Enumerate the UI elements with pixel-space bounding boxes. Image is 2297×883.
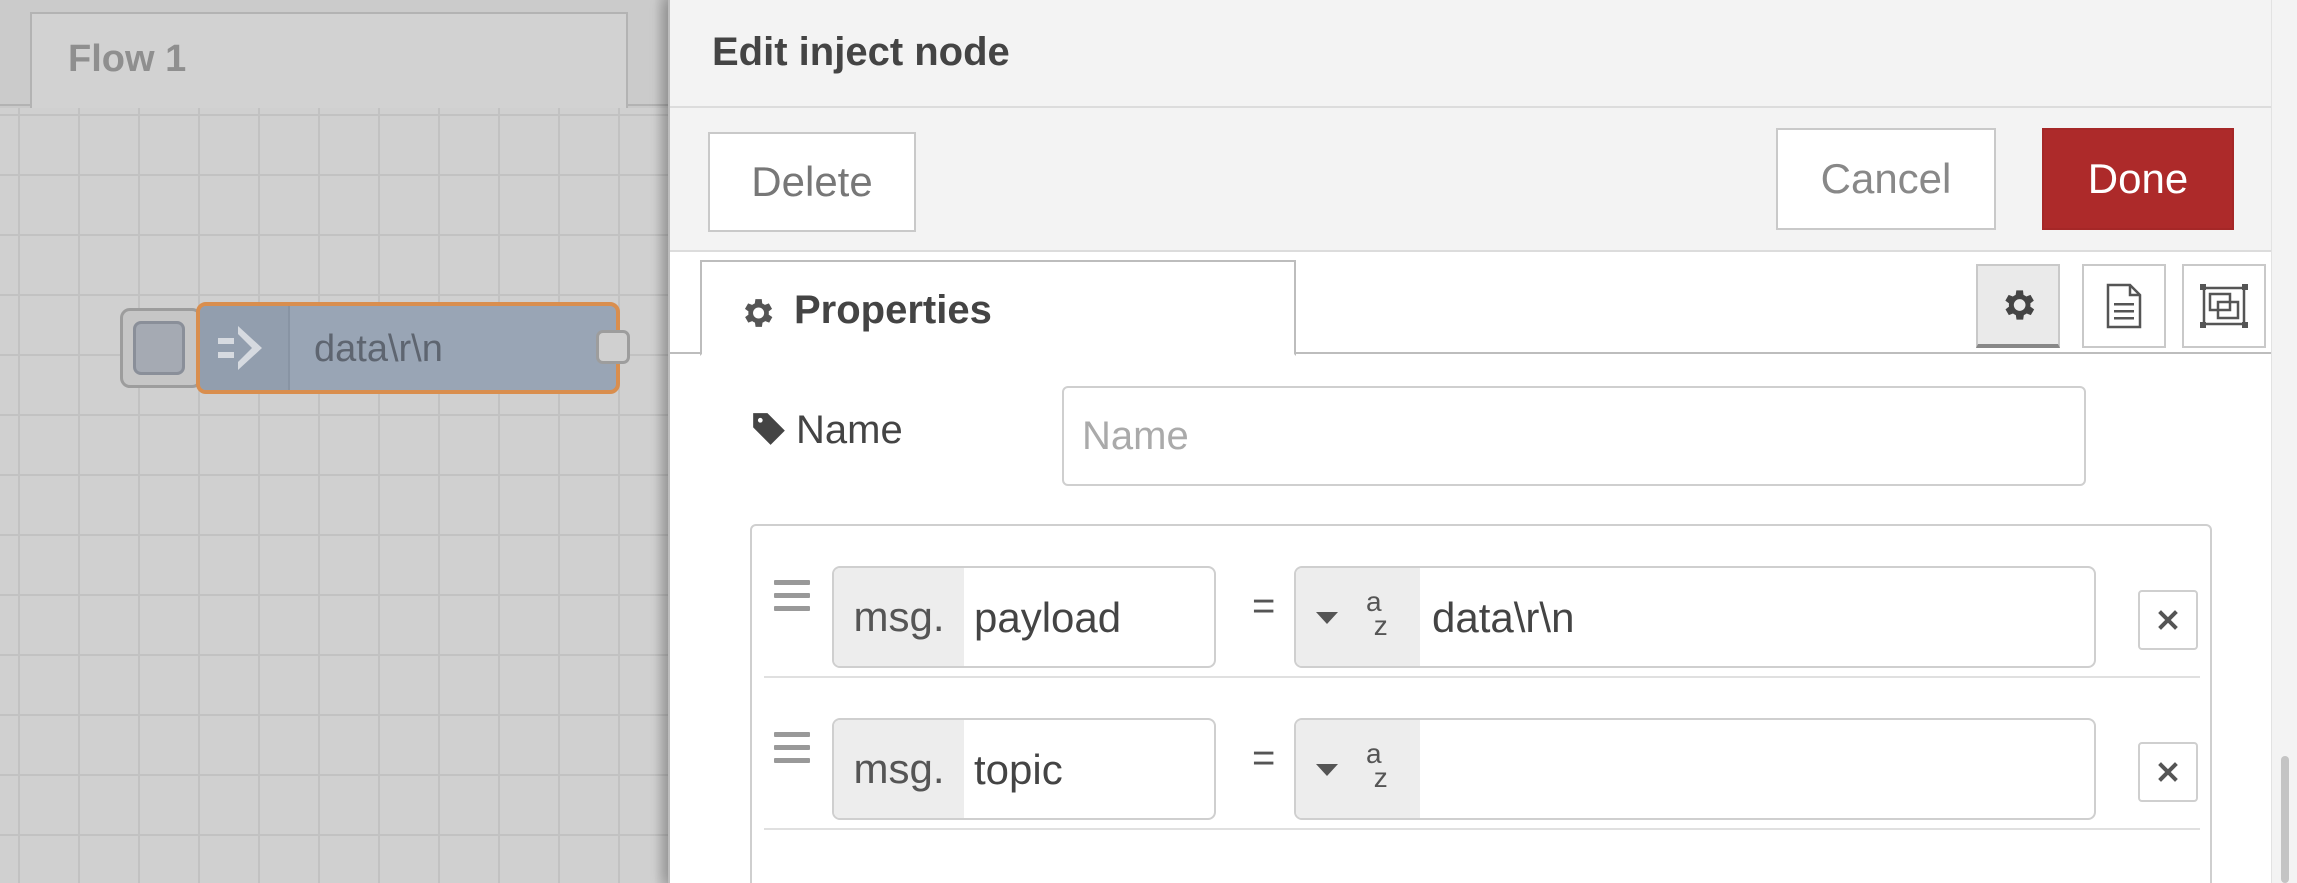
property-value-text: data\r\n — [1432, 594, 1575, 641]
az-string-icon: a z — [1366, 738, 1388, 793]
inject-trigger-button[interactable] — [120, 308, 202, 388]
caret-down-icon — [1316, 612, 1338, 624]
tray-toolbar: Delete Cancel Done — [670, 108, 2272, 252]
property-row-topic: msg. topic = a z — [764, 678, 2200, 830]
tray-scrollbar-thumb[interactable] — [2281, 756, 2289, 883]
name-field-wrapper — [1062, 386, 2086, 486]
tab-description[interactable] — [2082, 264, 2166, 348]
document-icon — [2106, 283, 2142, 329]
property-key-value: payload — [974, 594, 1122, 641]
name-row: Name — [670, 386, 2272, 486]
flow-tab[interactable]: Flow 1 — [30, 12, 628, 108]
done-button[interactable]: Done — [2042, 128, 2234, 230]
gear-icon — [2005, 290, 2035, 320]
edit-tray: Edit inject node Delete Cancel Done Prop… — [668, 0, 2297, 883]
tray-tabstrip: Properties — [670, 254, 2272, 356]
remove-property-button[interactable] — [2138, 590, 2198, 650]
workspace-grid[interactable] — [0, 108, 668, 883]
workspace-tabbar: Flow 1 — [0, 0, 668, 108]
value-type-select[interactable]: a z — [1296, 568, 1420, 666]
inject-node-body[interactable]: data\r\n — [196, 302, 620, 394]
tab-appearance[interactable] — [2182, 264, 2266, 348]
msg-prefix: msg. — [834, 568, 964, 666]
property-value-field[interactable]: a z data\r\n — [1294, 566, 2096, 668]
tab-node-settings[interactable] — [1976, 264, 2060, 348]
name-input[interactable] — [1082, 388, 2072, 484]
inject-node-label: data\r\n — [314, 328, 443, 370]
msg-prefix: msg. — [834, 720, 964, 818]
property-value-field[interactable]: a z — [1294, 718, 2096, 820]
equals-sign: = — [1252, 584, 1276, 628]
tab-properties[interactable]: Properties — [700, 260, 1296, 356]
property-row-payload: msg. payload = a z data\r\n — [764, 526, 2200, 678]
caret-down-icon — [1316, 764, 1338, 776]
name-label: Name — [796, 408, 903, 452]
flow-workspace: Flow 1 data\r\n — [0, 0, 668, 883]
flow-tab-label: Flow 1 — [68, 38, 187, 80]
equals-sign: = — [1252, 736, 1276, 780]
close-icon — [2158, 762, 2178, 782]
node-appearance-icon — [2200, 284, 2248, 328]
workspace-edge-shadow — [654, 0, 668, 883]
az-string-icon: a z — [1366, 586, 1388, 641]
property-key-field[interactable]: msg. topic — [832, 718, 1216, 820]
cancel-button[interactable]: Cancel — [1776, 128, 1996, 230]
tray-header: Edit inject node — [670, 0, 2272, 108]
inject-trigger-button-inner — [133, 321, 185, 375]
inject-output-port[interactable] — [596, 330, 630, 364]
delete-button[interactable]: Delete — [708, 132, 916, 232]
property-key-value: topic — [974, 746, 1063, 793]
close-icon — [2158, 610, 2178, 630]
gear-icon — [744, 299, 773, 327]
tag-icon — [753, 413, 785, 445]
tab-properties-label: Properties — [794, 288, 992, 332]
drag-handle-icon[interactable] — [774, 580, 810, 619]
inject-arrow-icon — [200, 306, 290, 390]
remove-property-button[interactable] — [2138, 742, 2198, 802]
property-key-field[interactable]: msg. payload — [832, 566, 1216, 668]
drag-handle-icon[interactable] — [774, 732, 810, 771]
tray-title: Edit inject node — [712, 30, 1010, 74]
tray-scrollbar[interactable] — [2271, 0, 2297, 883]
value-type-select[interactable]: a z — [1296, 720, 1420, 818]
message-properties-list: msg. payload = a z data\r\n msg. topic =… — [750, 524, 2212, 883]
